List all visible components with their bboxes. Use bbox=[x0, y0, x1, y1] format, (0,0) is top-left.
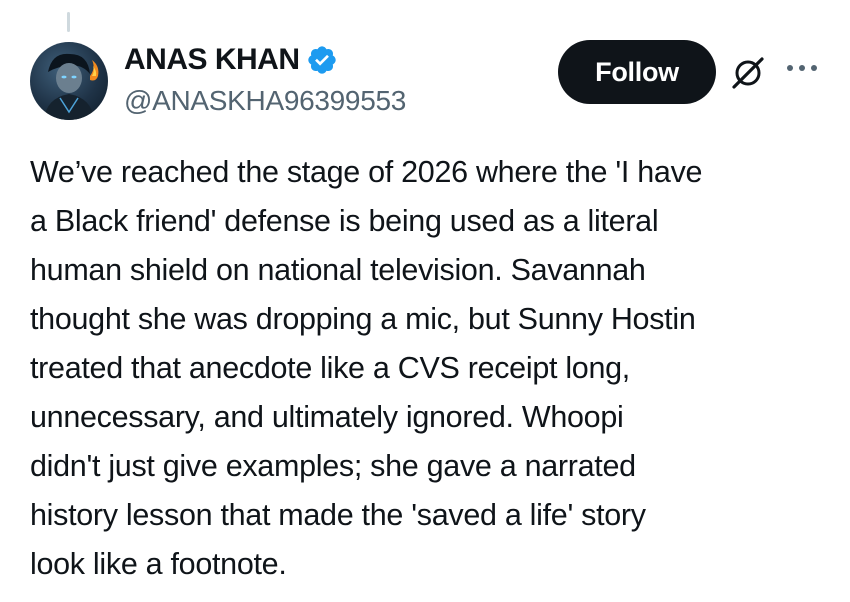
follow-button[interactable]: Follow bbox=[558, 40, 716, 104]
avatar-illustration bbox=[44, 53, 99, 120]
author-display-name[interactable]: ANAS KHAN bbox=[124, 42, 300, 78]
verified-badge-icon[interactable] bbox=[306, 44, 338, 76]
thread-connector-line bbox=[67, 12, 70, 32]
author-name-row[interactable]: ANAS KHAN bbox=[124, 42, 338, 78]
grok-icon[interactable] bbox=[728, 56, 768, 90]
tweet-text: We’ve reached the stage of 2026 where th… bbox=[30, 155, 703, 581]
more-options-icon[interactable] bbox=[782, 58, 822, 78]
author-handle[interactable]: @ANASKHA96399553 bbox=[124, 84, 406, 118]
avatar[interactable] bbox=[30, 42, 108, 120]
